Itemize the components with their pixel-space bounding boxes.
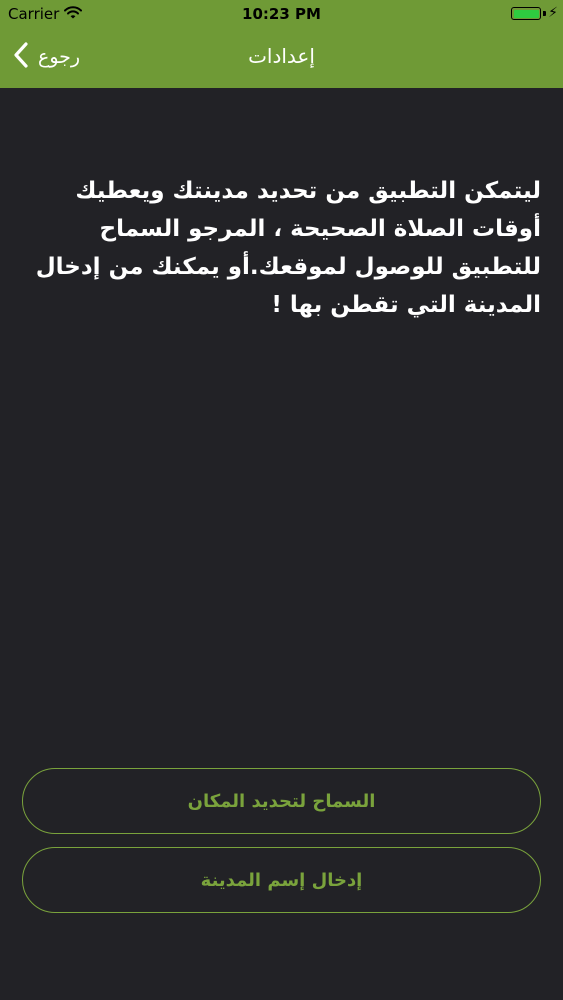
battery-tip bbox=[543, 11, 546, 16]
status-bar: Carrier 10:23 PM ⚡ bbox=[0, 0, 563, 30]
charging-bolt-icon: ⚡ bbox=[548, 5, 558, 21]
battery-level-fill bbox=[513, 9, 539, 18]
navigation-header: Carrier 10:23 PM ⚡ رجوع إعدادات bbox=[0, 0, 563, 88]
page-title: إعدادات bbox=[248, 44, 315, 68]
location-permission-message: ليتمكن التطبيق من تحديد مدينتك ويعطيك أو… bbox=[35, 178, 541, 318]
allow-location-button[interactable]: السماح لتحديد المكان bbox=[22, 768, 541, 834]
battery-icon bbox=[511, 7, 541, 20]
status-time: 10:23 PM bbox=[242, 5, 321, 23]
enter-city-button[interactable]: إدخال إسم المدينة bbox=[22, 847, 541, 913]
